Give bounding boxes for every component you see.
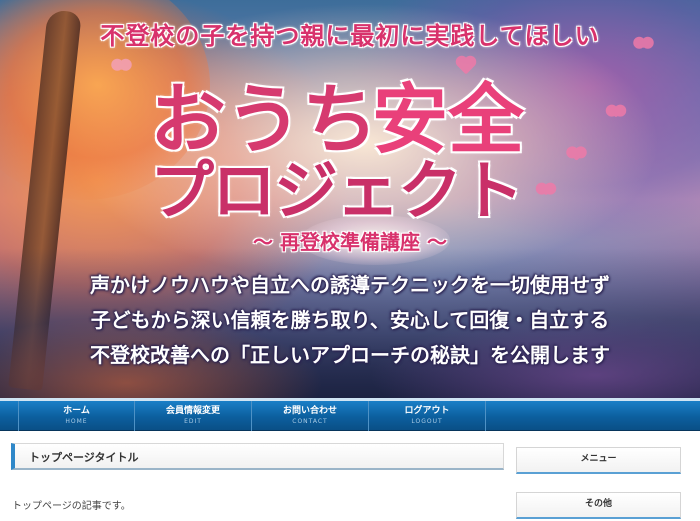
sidebar-menu-title: メニュー (580, 454, 617, 464)
nav-sub-label: HOME (65, 418, 88, 425)
heart-icon (570, 148, 583, 161)
article-body: トップページの記事です。 (12, 501, 131, 512)
nav-label: ホーム (63, 406, 90, 416)
heart-icon (610, 106, 622, 118)
nav-item-edit[interactable]: 会員情報変更 EDIT (135, 401, 252, 431)
sidebar-other-heading: その他 (516, 492, 681, 519)
global-nav: ホーム HOME 会員情報変更 EDIT お問い合わせ CONTACT ログアウ… (0, 401, 700, 431)
nav-item-logout[interactable]: ログアウト LOGOUT (369, 401, 486, 431)
hero-tagline: 不登校の子を持つ親に最初に実践してほしい (100, 22, 600, 50)
heart-icon (116, 60, 127, 71)
nav-label: 会員情報変更 (165, 406, 220, 416)
sidebar-other-title: その他 (584, 499, 612, 509)
hero-line: 子どもから深い信頼を勝ち取り、安心して回復・自立する (90, 308, 610, 332)
nav-sub-label: CONTACT (292, 418, 328, 425)
hero-title-line1: おうち 安全 (150, 58, 570, 164)
hero-title-line2: プロジェクト (150, 154, 524, 229)
hero-subtitle: 〜 再登校準備講座 〜 (253, 230, 447, 254)
hero-line: 声かけノウハウや自立への誘導テクニックを一切使用せず (90, 273, 610, 297)
hero-banner: 不登校の子を持つ親に最初に実践してほしい おうち 安全 プロジェクト 〜 再登校… (0, 0, 700, 398)
hero-description: 声かけノウハウや自立への誘導テクニックを一切使用せず 子どもから深い信頼を勝ち取… (0, 268, 700, 373)
nav-item-contact[interactable]: お問い合わせ CONTACT (252, 401, 369, 431)
nav-label: ログアウト (404, 406, 450, 416)
page-title-box: トップページタイトル (11, 443, 504, 470)
nav-label: お問い合わせ (282, 406, 337, 416)
nav-sub-label: LOGOUT (411, 418, 443, 425)
sidebar-menu-heading: メニュー (516, 447, 681, 474)
nav-sub-label: EDIT (184, 418, 202, 425)
page-title: トップページタイトル (29, 451, 139, 464)
hero-line: 不登校改善への「正しいアプローチの秘訣」を公開します (90, 343, 610, 367)
nav-item-home[interactable]: ホーム HOME (18, 401, 135, 431)
